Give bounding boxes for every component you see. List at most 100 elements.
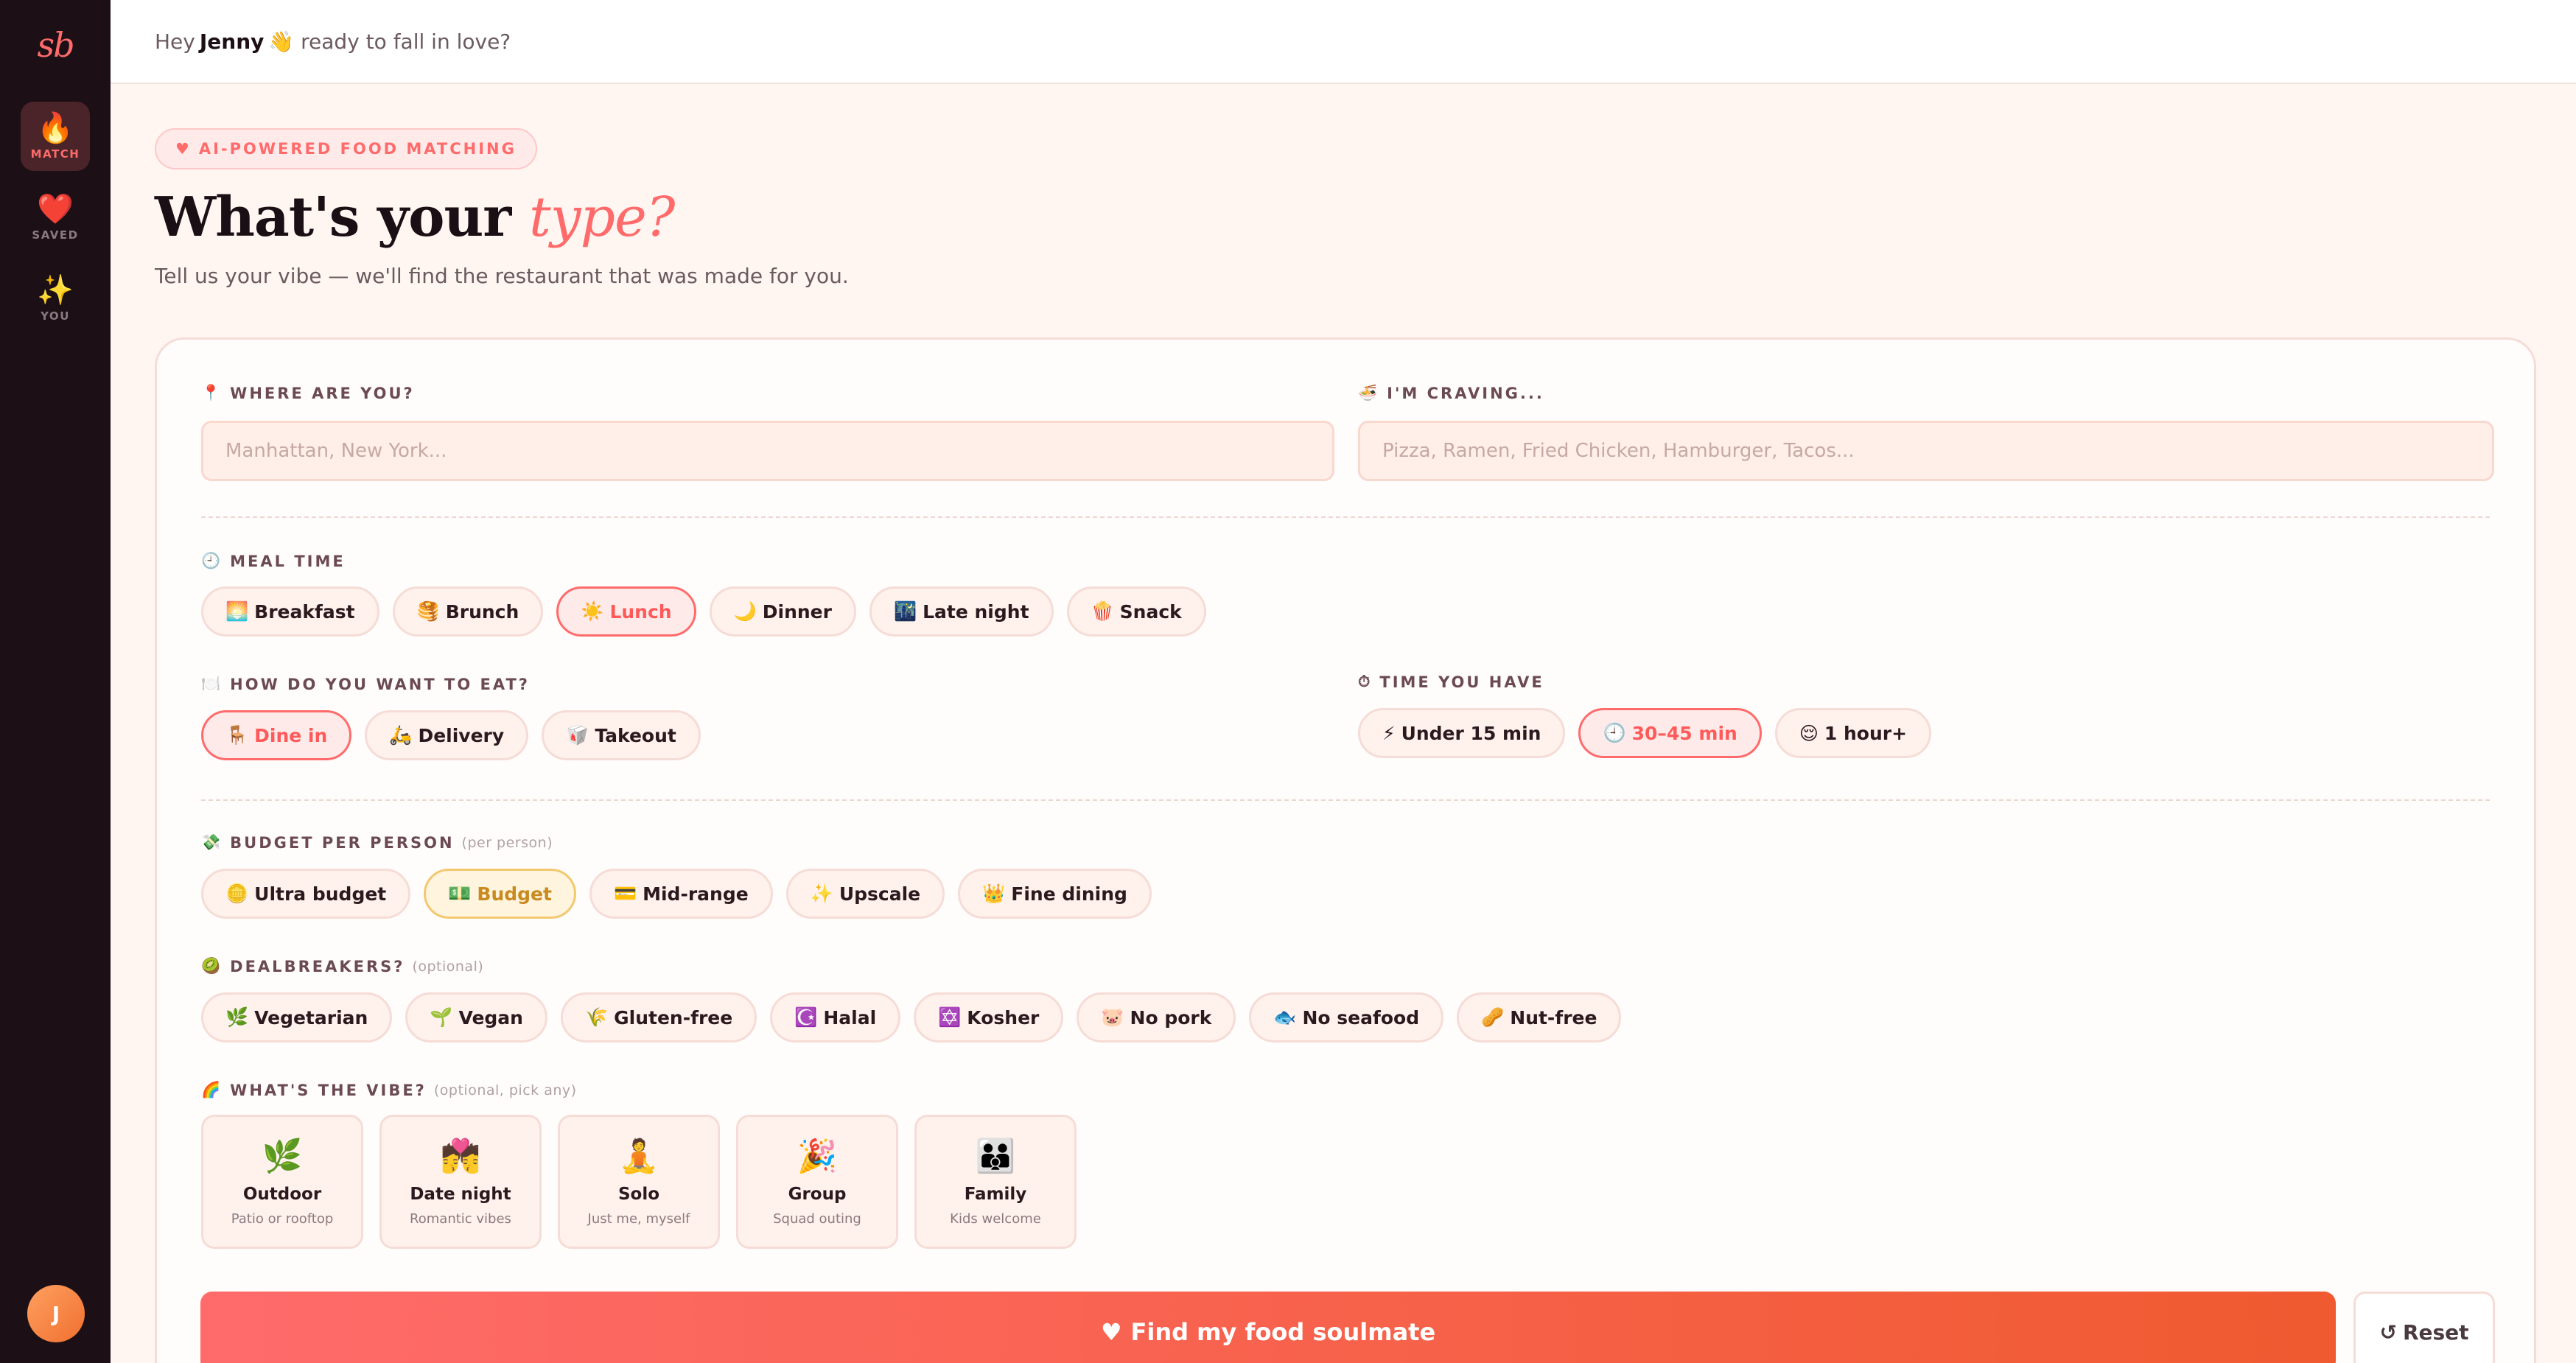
- meal-time-chip-lunch[interactable]: ☀️ Lunch: [556, 586, 696, 637]
- heart-icon: ♥: [175, 140, 192, 158]
- dealbreakers-label-text: DEALBREAKERS?: [230, 957, 405, 975]
- meal-time-chip-brunch[interactable]: 🥞 Brunch: [392, 586, 544, 637]
- heart-icon: ♥: [1100, 1318, 1122, 1346]
- chip-label: Vegan: [458, 1006, 523, 1029]
- greeting-prefix: Hey: [155, 29, 195, 54]
- app-logo[interactable]: sb: [37, 25, 74, 65]
- chip-label: Budget: [477, 883, 552, 905]
- crescent-icon: ☪️: [794, 1006, 818, 1028]
- time-available-label: ⏱ TIME YOU HAVE: [1358, 673, 1544, 691]
- vibe-hint: (optional, pick any): [433, 1082, 577, 1099]
- budget-chip-budget[interactable]: 💵 Budget: [424, 869, 576, 919]
- sidebar-item-label: SAVED: [32, 228, 79, 242]
- stopwatch-icon: ⏱: [1358, 673, 1373, 690]
- chip-label: No seafood: [1302, 1006, 1420, 1029]
- location-input[interactable]: [201, 421, 1334, 481]
- credit-card-icon: 💳: [613, 883, 637, 904]
- budget-chip-upscale[interactable]: ✨ Upscale: [785, 869, 945, 919]
- top-bar: Hey Jenny 👋 ready to fall in love?: [111, 0, 2576, 84]
- vibe-options: 🌿 Outdoor Patio or rooftop 💏 Date night …: [201, 1115, 1077, 1249]
- vibe-subtitle: Just me, myself: [587, 1210, 690, 1227]
- vibe-subtitle: Kids welcome: [950, 1210, 1041, 1227]
- vibe-card-outdoor[interactable]: 🌿 Outdoor Patio or rooftop: [201, 1115, 363, 1249]
- section-divider: [201, 799, 2490, 801]
- dealbreaker-chip-no-seafood[interactable]: 🐟 No seafood: [1249, 992, 1444, 1043]
- dealbreaker-chip-halal[interactable]: ☪️ Halal: [770, 992, 901, 1043]
- heart-icon: ❤️: [37, 192, 74, 226]
- page-title: What's your type?: [155, 186, 2539, 249]
- dealbreaker-chip-kosher[interactable]: ✡️ Kosher: [914, 992, 1064, 1043]
- vibe-card-family[interactable]: 👪 Family Kids welcome: [914, 1115, 1077, 1249]
- budget-chip-fine-dining[interactable]: 👑 Fine dining: [958, 869, 1152, 919]
- herb-icon: 🌿: [225, 1006, 249, 1028]
- party-popper-icon: 🎉: [797, 1137, 838, 1175]
- vibe-label: 🌈 WHAT'S THE VIBE? (optional, pick any): [201, 1081, 577, 1099]
- coin-icon: 🪙: [225, 883, 249, 904]
- sidebar-item-match[interactable]: 🔥 MATCH: [21, 102, 90, 171]
- eat-mode-options: 🪑 Dine in 🛵 Delivery 🥡 Takeout: [201, 710, 701, 760]
- eat-mode-chip-dine-in[interactable]: 🪑 Dine in: [201, 710, 352, 760]
- pig-icon: 🐷: [1101, 1006, 1124, 1028]
- vibe-title: Family: [964, 1184, 1027, 1204]
- find-soulmate-label: Find my food soulmate: [1130, 1318, 1436, 1346]
- takeout-box-icon: 🥡: [566, 724, 589, 746]
- sidebar-item-saved[interactable]: ❤️ SAVED: [21, 183, 90, 252]
- eat-mode-label: 🍽️ HOW DO YOU WANT TO EAT?: [201, 675, 530, 693]
- budget-chip-mid-range[interactable]: 💳 Mid-range: [589, 869, 773, 919]
- chip-label: Dinner: [762, 600, 832, 623]
- vibe-card-solo[interactable]: 🧘 Solo Just me, myself: [558, 1115, 720, 1249]
- pin-icon: 📍: [201, 384, 223, 402]
- fire-icon: 🔥: [37, 111, 74, 145]
- vibe-card-date-night[interactable]: 💏 Date night Romantic vibes: [379, 1115, 542, 1249]
- eat-mode-chip-takeout[interactable]: 🥡 Takeout: [542, 710, 701, 760]
- chip-label: Halal: [823, 1006, 877, 1029]
- crown-icon: 👑: [982, 883, 1006, 904]
- user-name: Jenny: [199, 29, 265, 54]
- meal-time-chip-dinner[interactable]: 🌙 Dinner: [709, 586, 856, 637]
- craving-input[interactable]: [1358, 421, 2494, 481]
- family-icon: 👪: [975, 1137, 1016, 1175]
- chair-icon: 🪑: [225, 724, 249, 746]
- preferences-card: 📍 WHERE ARE YOU? 🍜 I'M CRAVING... 🕘 MEAL…: [155, 337, 2536, 1363]
- page-title-main: What's your: [155, 186, 511, 249]
- noodle-bowl-icon: 🍜: [1358, 384, 1380, 402]
- chip-label: Brunch: [445, 600, 519, 623]
- meal-time-chip-snack[interactable]: 🍿 Snack: [1066, 586, 1206, 637]
- wheat-icon: 🌾: [584, 1006, 609, 1028]
- budget-hint: (per person): [461, 834, 553, 851]
- time-chip-1-hour[interactable]: 😌 1 hour+: [1774, 708, 1932, 758]
- night-city-icon: 🌃: [893, 600, 917, 622]
- find-soulmate-button[interactable]: ♥ Find my food soulmate: [200, 1292, 2336, 1363]
- dealbreaker-chip-gluten-free[interactable]: 🌾 Gluten-free: [560, 992, 757, 1043]
- dealbreaker-chip-nut-free[interactable]: 🥜 Nut-free: [1457, 992, 1622, 1043]
- meal-time-chip-breakfast[interactable]: 🌅 Breakfast: [201, 586, 379, 637]
- vibe-card-group[interactable]: 🎉 Group Squad outing: [736, 1115, 898, 1249]
- eat-mode-chip-delivery[interactable]: 🛵 Delivery: [365, 710, 529, 760]
- eat-mode-label-text: HOW DO YOU WANT TO EAT?: [230, 675, 530, 693]
- dealbreaker-chip-no-pork[interactable]: 🐷 No pork: [1077, 992, 1236, 1043]
- chip-label: Gluten-free: [614, 1006, 733, 1029]
- herb-icon: 🌿: [262, 1137, 303, 1175]
- dealbreaker-chip-vegan[interactable]: 🌱 Vegan: [405, 992, 547, 1043]
- section-divider: [201, 516, 2490, 518]
- budget-chip-ultra[interactable]: 🪙 Ultra budget: [201, 869, 411, 919]
- time-chip-under-15[interactable]: ⚡ Under 15 min: [1358, 708, 1566, 758]
- peanut-icon: 🥜: [1481, 1006, 1505, 1028]
- meditating-person-icon: 🧘: [618, 1137, 659, 1175]
- couple-kiss-icon: 💏: [440, 1137, 481, 1175]
- dealbreaker-chip-vegetarian[interactable]: 🌿 Vegetarian: [201, 992, 393, 1043]
- sunrise-icon: 🌅: [225, 600, 249, 622]
- chip-label: 30–45 min: [1631, 722, 1737, 744]
- ai-badge-label: AI-POWERED FOOD MATCHING: [198, 140, 517, 158]
- meal-time-chip-late-night[interactable]: 🌃 Late night: [869, 586, 1054, 637]
- sidebar: sb 🔥 MATCH ❤️ SAVED ✨ YOU J: [0, 0, 111, 1363]
- pancakes-icon: 🥞: [416, 600, 440, 622]
- reset-button[interactable]: ↺ Reset: [2353, 1292, 2495, 1363]
- time-chip-30-45[interactable]: 🕘 30–45 min: [1578, 708, 1762, 758]
- seedling-icon: 🌱: [430, 1006, 453, 1028]
- sidebar-item-you[interactable]: ✨ YOU: [21, 264, 90, 333]
- chip-label: Delivery: [418, 724, 505, 746]
- user-avatar[interactable]: J: [27, 1285, 85, 1342]
- vibe-title: Solo: [617, 1184, 660, 1204]
- chip-label: Under 15 min: [1401, 722, 1541, 744]
